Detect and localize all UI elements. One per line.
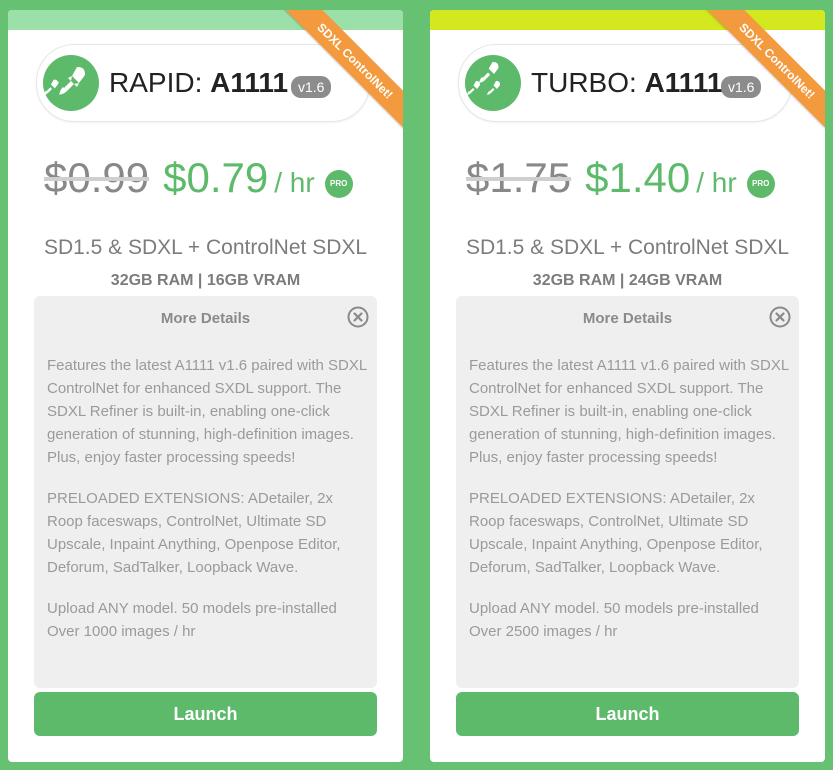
plan-tier: RAPID: (109, 67, 203, 98)
old-price: $1.75 (466, 154, 571, 201)
close-circle-icon[interactable] (347, 306, 369, 328)
rocket-icon (43, 55, 99, 111)
card-accent-bar (8, 10, 403, 30)
pro-badge: PRO (746, 169, 775, 198)
details-description: Features the latest A1111 v1.6 paired wi… (47, 357, 367, 466)
plan-subtitle: SD1.5 & SDXL + ControlNet SDXL (43, 236, 368, 259)
card-accent-bar (430, 10, 825, 30)
turbo-plan-card: SDXL ControlNet! TURBO: A1111 v1.6 $1.75… (430, 10, 825, 762)
details-throughput-line: Over 2500 images / hr (469, 623, 618, 640)
details-extensions: PRELOADED EXTENSIONS: ADetailer, 2x Roop… (469, 490, 763, 576)
details-body: Features the latest A1111 v1.6 paired wi… (469, 354, 789, 643)
details-upload-line: Upload ANY model. 50 models pre-installe… (469, 600, 759, 617)
details-panel: More Details Features the latest A1111 v… (456, 296, 799, 688)
details-title: More Details (160, 310, 251, 327)
plan-specs: 32GB RAM | 24GB VRAM (532, 272, 723, 289)
pro-badge: PRO (324, 169, 353, 198)
details-description: Features the latest A1111 v1.6 paired wi… (469, 357, 789, 466)
plan-subtitle: SD1.5 & SDXL + ControlNet SDXL (465, 236, 790, 259)
rapid-plan-card: SDXL ControlNet! RAPID: A1111 v1.6 $0.99… (8, 10, 403, 762)
details-extensions: PRELOADED EXTENSIONS: ADetailer, 2x Roop… (47, 490, 341, 576)
new-price: $0.79 (163, 154, 269, 201)
currency-symbol: $ (44, 154, 68, 201)
new-price: $1.40 (585, 154, 691, 201)
price-row: $0.99 $0.79/ hr PRO (44, 154, 353, 214)
rocket-icon (465, 55, 521, 111)
details-panel: More Details Features the latest A1111 v… (34, 296, 377, 688)
plan-specs: 32GB RAM | 16GB VRAM (110, 272, 301, 289)
price-row: $1.75 $1.40/ hr PRO (466, 154, 775, 214)
plan-product-name: A1111 (210, 67, 289, 98)
old-price: $0.99 (44, 154, 149, 201)
details-upload-line: Upload ANY model. 50 models pre-installe… (47, 600, 337, 617)
plan-product-name: A1111 (644, 67, 723, 98)
version-badge: v1.6 (721, 76, 762, 98)
launch-button[interactable]: Launch (456, 692, 799, 736)
plan-title-pill: TURBO: A1111 v1.6 (458, 44, 792, 122)
details-body: Features the latest A1111 v1.6 paired wi… (47, 354, 367, 643)
plan-title-pill: RAPID: A1111 v1.6 (36, 44, 370, 122)
close-circle-icon[interactable] (769, 306, 791, 328)
launch-button[interactable]: Launch (34, 692, 377, 736)
version-badge: v1.6 (291, 76, 332, 98)
old-price-value: 1.75 (489, 154, 572, 201)
plan-title: RAPID: A1111 (109, 67, 288, 99)
details-title: More Details (582, 310, 673, 327)
plan-title: TURBO: A1111 (531, 67, 722, 99)
currency-symbol: $ (466, 154, 490, 201)
per-hour-label: / hr (274, 167, 315, 198)
old-price-value: 0.99 (67, 154, 150, 201)
plan-tier: TURBO: (531, 67, 637, 98)
details-throughput-line: Over 1000 images / hr (47, 623, 196, 640)
per-hour-label: / hr (696, 167, 737, 198)
